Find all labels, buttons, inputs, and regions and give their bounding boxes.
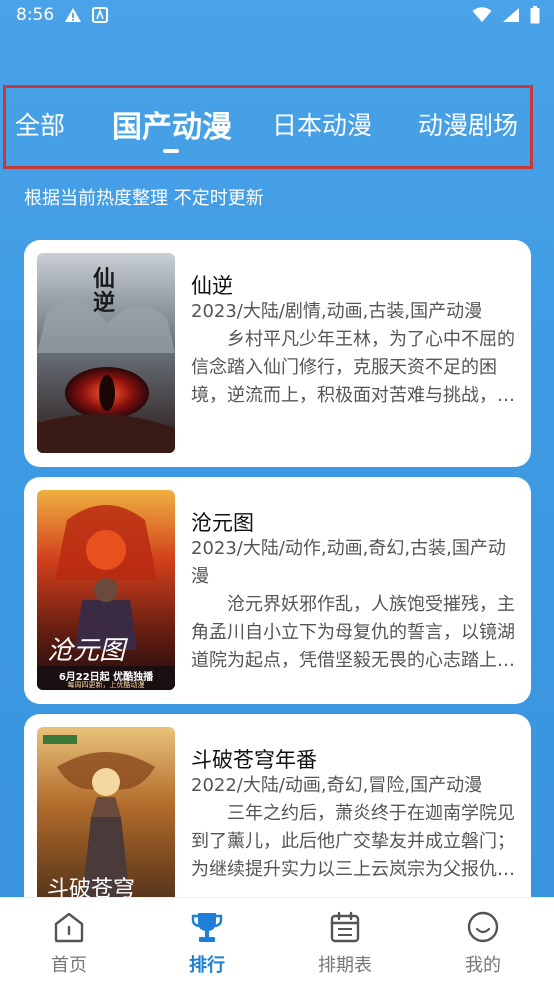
nav-ranking-label: 排行 xyxy=(189,955,225,976)
anime-card[interactable]: 仙逆 仙逆 2023/大陆/剧情,动画,古装,国产动漫 乡村平凡少年王林，为了心… xyxy=(24,240,531,467)
card-meta: 2023/大陆/动作,动画,奇幻,古装,国产动漫 xyxy=(191,538,506,587)
card-meta: 2022/大陆/动画,奇幻,冒险,国产动漫 xyxy=(191,775,483,796)
nav-ranking[interactable]: 排行 xyxy=(138,898,276,984)
anime-card[interactable]: 沧元图 6月22日起 优酷独播 每周四更新，上优酷动漫 沧元图 2023/大陆/… xyxy=(24,477,531,704)
bottom-navigation: 首页 排行 排期表 我的 xyxy=(0,897,554,984)
nav-home[interactable]: 首页 xyxy=(0,898,138,984)
status-bar: 8:56 xyxy=(0,0,554,32)
signal-icon xyxy=(503,8,519,22)
card-title: 沧元图 xyxy=(191,511,254,535)
card-meta: 2023/大陆/剧情,动画,古装,国产动漫 xyxy=(191,301,483,322)
card-description: 三年之约后，萧炎终于在迦南学院见到了薰儿，此后他广交挚友并成立磐门；为继续提升实… xyxy=(191,803,515,880)
ranking-subtitle: 根据当前热度整理 不定时更新 xyxy=(24,188,264,209)
battery-icon xyxy=(530,6,540,24)
tab-japanese-anime[interactable]: 日本动漫 xyxy=(272,106,372,142)
tab-all[interactable]: 全部 xyxy=(15,106,65,142)
app-notification-icon xyxy=(92,7,108,23)
warning-icon xyxy=(65,8,81,22)
tab-anime-theater[interactable]: 动漫剧场 xyxy=(418,106,518,142)
poster-image: 仙逆 xyxy=(37,253,175,453)
active-tab-indicator xyxy=(163,149,179,153)
nav-schedule-label: 排期表 xyxy=(318,955,372,976)
nav-profile[interactable]: 我的 xyxy=(414,898,552,984)
home-icon xyxy=(54,912,84,943)
wifi-icon xyxy=(472,7,492,22)
nav-schedule[interactable]: 排期表 xyxy=(276,898,414,984)
poster-title: 仙逆 xyxy=(93,266,116,316)
tab-chinese-anime[interactable]: 国产动漫 xyxy=(112,102,232,146)
poster-image: 沧元图 6月22日起 优酷独播 每周四更新，上优酷动漫 xyxy=(37,490,175,690)
status-time: 8:56 xyxy=(16,5,55,25)
nav-home-label: 首页 xyxy=(51,955,87,976)
card-description: 乡村平凡少年王林，为了心中不屈的信念踏入仙门修行，克服天资不足的困境，逆流而上，… xyxy=(191,329,515,406)
poster-title: 沧元图 xyxy=(47,636,126,666)
card-description: 沧元界妖邪作乱，人族饱受摧残，主角孟川自小立下为母复仇的誓言，以镜湖道院为起点，… xyxy=(191,594,515,671)
poster-subcaption: 每周四更新，上优酷动漫 xyxy=(67,681,145,689)
calendar-icon xyxy=(330,911,360,943)
category-tabs: 全部 国产动漫 日本动漫 动漫剧场 xyxy=(3,85,533,169)
card-title: 仙逆 xyxy=(191,274,233,298)
trophy-icon xyxy=(191,913,223,942)
smiley-icon xyxy=(467,911,499,943)
nav-profile-label: 我的 xyxy=(465,955,501,976)
card-title: 斗破苍穹年番 xyxy=(191,748,317,772)
